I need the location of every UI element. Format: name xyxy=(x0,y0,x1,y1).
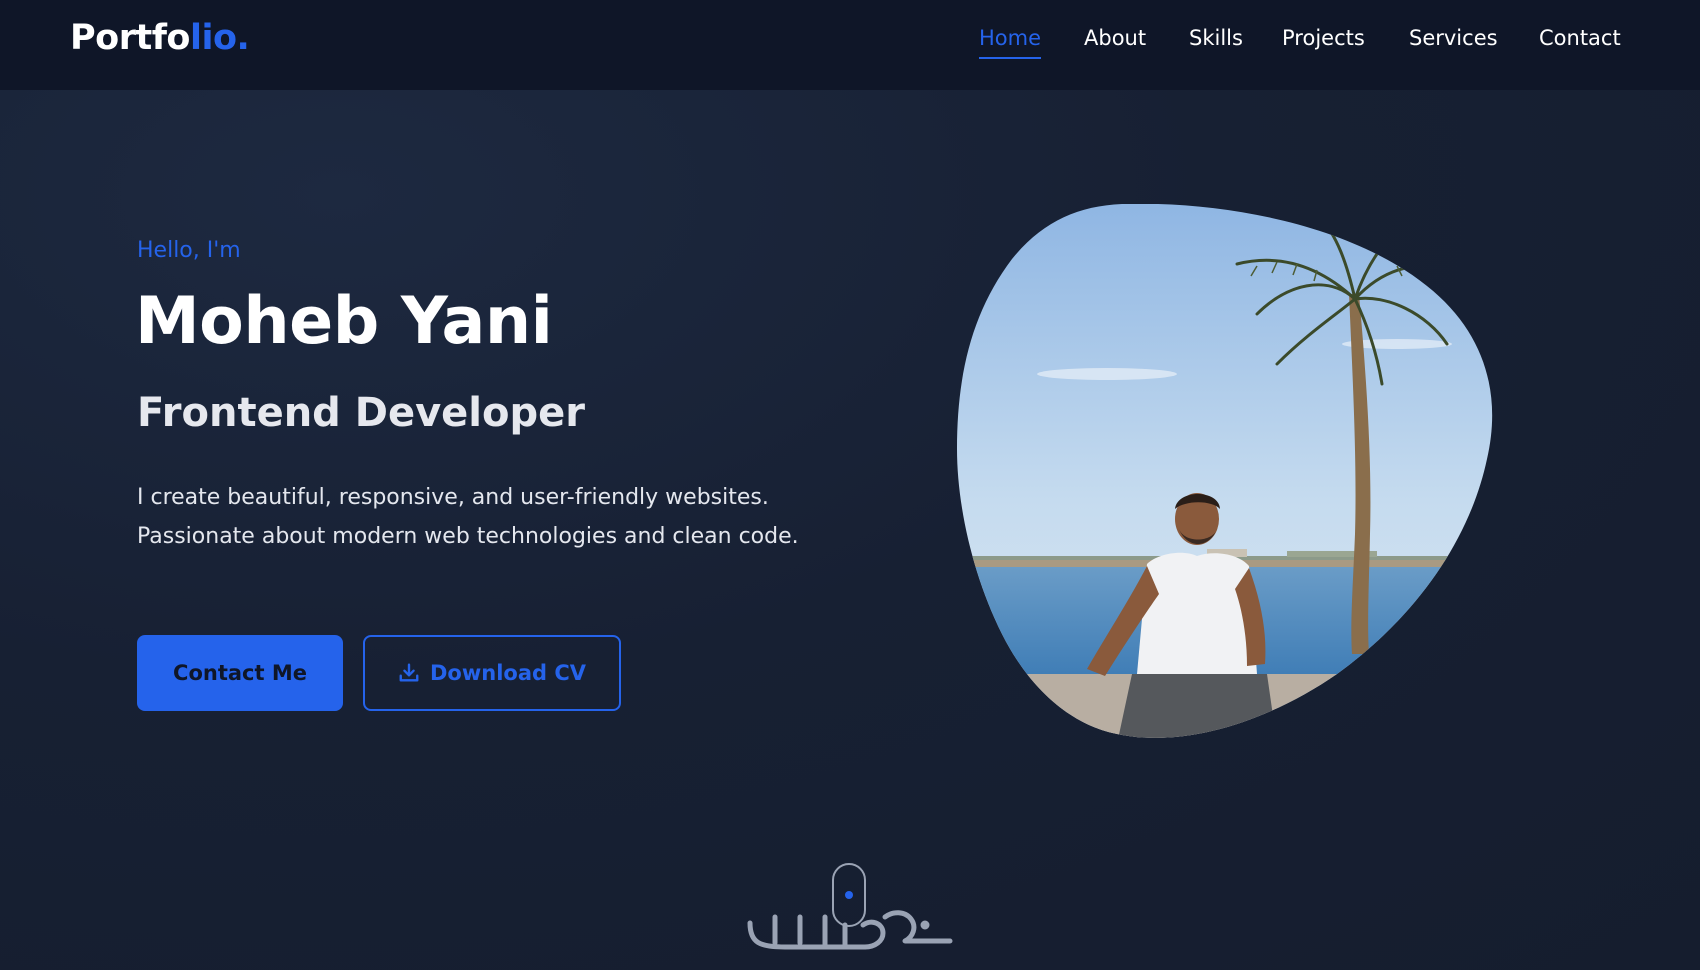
khamsat-watermark xyxy=(745,895,955,955)
nav-link-skills[interactable]: Skills xyxy=(1189,26,1243,50)
logo-main-text: Portfo xyxy=(70,18,190,58)
hero-role: Frontend Developer xyxy=(137,390,585,436)
logo[interactable]: Portfolio. xyxy=(70,18,250,58)
contact-me-button[interactable]: Contact Me xyxy=(137,635,343,711)
navbar: Portfolio. Home About Skills Projects Se… xyxy=(0,0,1700,90)
download-icon xyxy=(398,662,420,684)
hero-name: Moheb Yani xyxy=(135,284,553,359)
nav-link-home[interactable]: Home xyxy=(979,26,1042,59)
hero-greeting: Hello, I'm xyxy=(137,238,241,263)
nav-link-contact[interactable]: Contact xyxy=(1539,26,1621,50)
nav-link-services[interactable]: Services xyxy=(1409,26,1498,50)
profile-photo xyxy=(957,204,1494,742)
download-cv-label: Download CV xyxy=(429,661,586,685)
logo-accent-text: lio. xyxy=(189,18,250,58)
nav-link-about[interactable]: About xyxy=(1084,26,1146,50)
download-cv-button[interactable]: Download CV xyxy=(363,635,621,711)
hero-description: I create beautiful, responsive, and user… xyxy=(137,485,799,549)
nav-link-projects[interactable]: Projects xyxy=(1282,26,1365,50)
contact-me-label: Contact Me xyxy=(173,661,307,685)
portfolio-page: Portfolio. Home About Skills Projects Se… xyxy=(0,0,1700,970)
